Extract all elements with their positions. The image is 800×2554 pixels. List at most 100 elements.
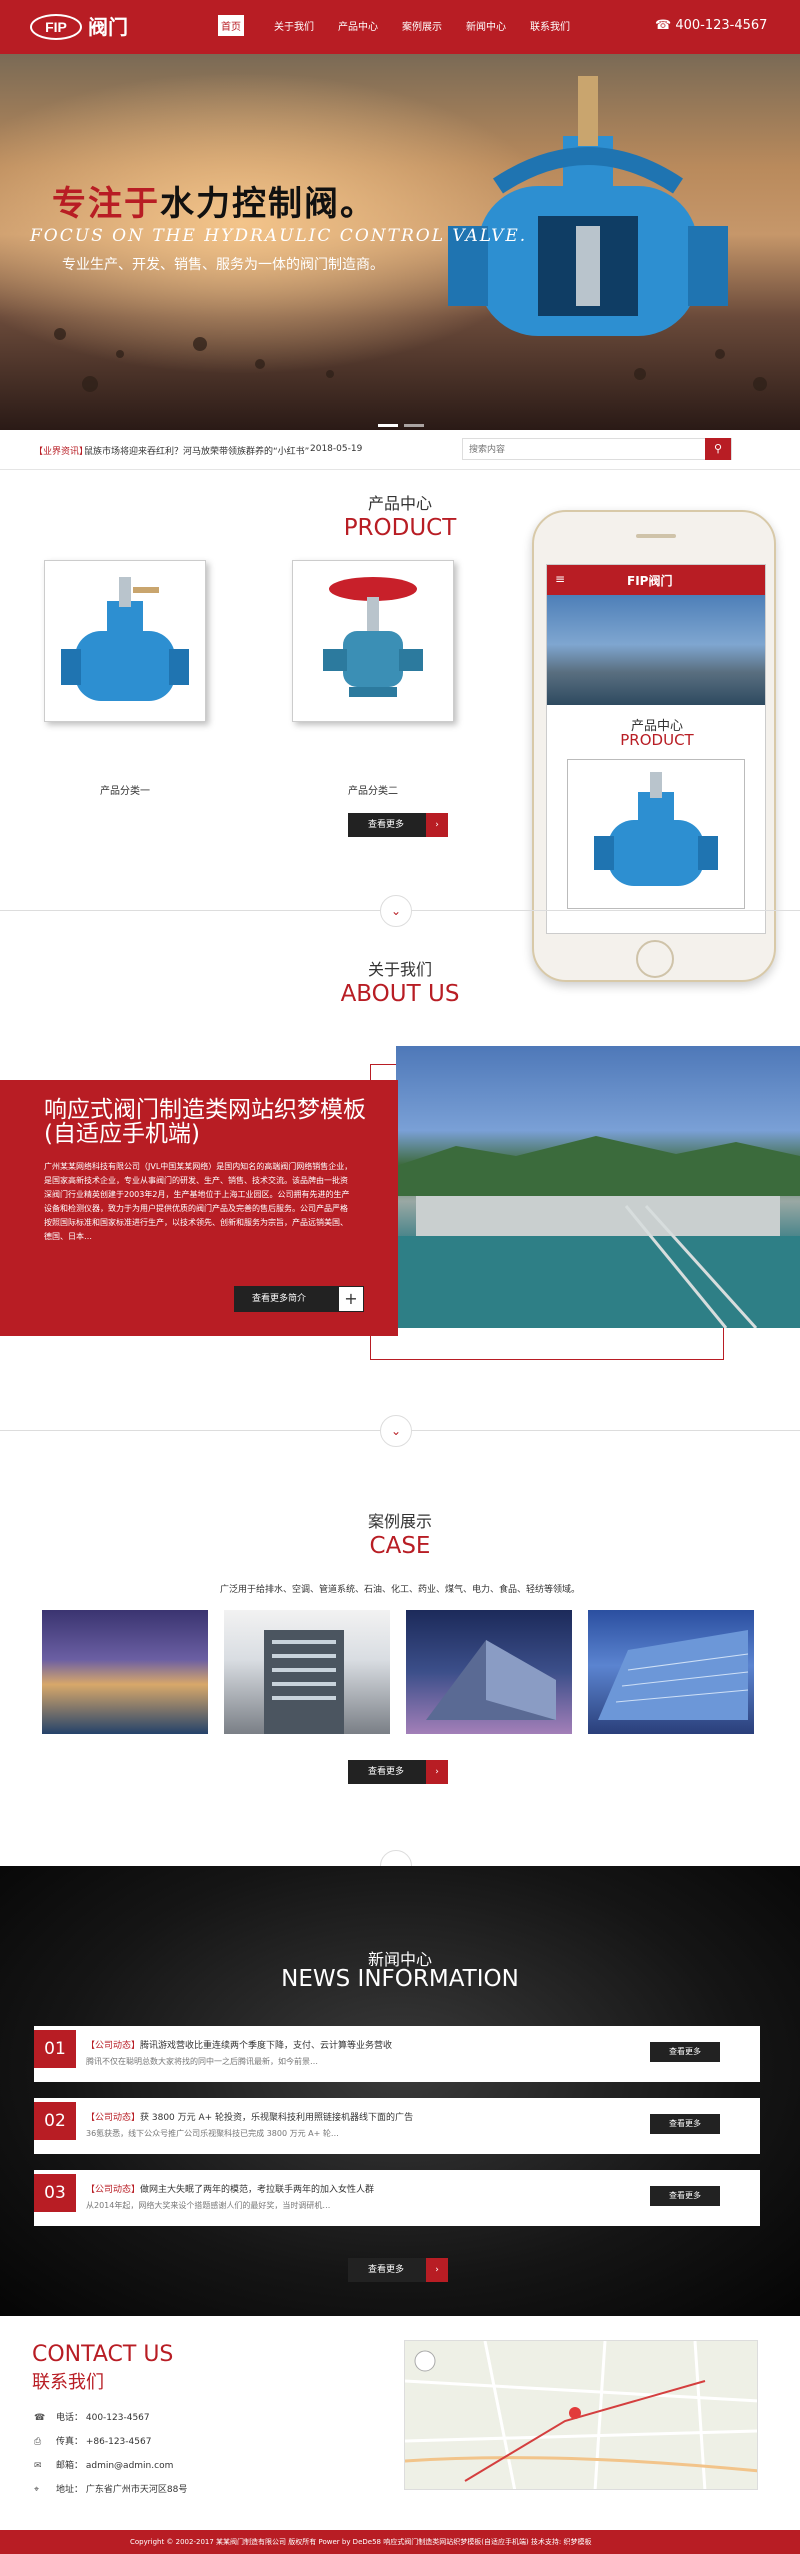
contact-address: ⌖ 地址： 广东省广州市天河区88号 xyxy=(34,2485,188,2495)
news-summary: 从2014年起，网络大奖来设个搭题感谢人们的最好奖，当时调研机… xyxy=(86,2201,331,2210)
about-title-cn: 关于我们 xyxy=(367,960,432,979)
about-image-art xyxy=(396,1136,800,1328)
news-title-en: NEWS INFORMATION xyxy=(281,1966,519,1992)
case-image-4[interactable] xyxy=(588,1610,754,1734)
product-label-1[interactable]: 产品分类一 xyxy=(44,782,206,797)
arrow-right-icon: › xyxy=(426,813,448,837)
search-box: ⚲ xyxy=(462,438,732,460)
news-view-button[interactable]: 查看更多 xyxy=(650,2042,720,2062)
nav-item-news[interactable]: 新闻中心 xyxy=(466,18,506,33)
ticker-tag[interactable]: 【业界资讯】 xyxy=(34,444,88,457)
header-phone-number: 400-123-4567 xyxy=(675,18,768,33)
phone-icon: ☎ xyxy=(655,18,672,33)
chevron-down-icon[interactable]: ⌄ xyxy=(380,895,412,927)
menu-icon: ≡ xyxy=(555,572,566,586)
case-building-4 xyxy=(598,1630,749,1720)
logo[interactable]: FIP 阀门 xyxy=(30,12,140,42)
case-more-button[interactable]: 查看更多 › xyxy=(348,1760,448,1784)
speaker-slot xyxy=(636,534,676,538)
product-image-1 xyxy=(61,577,189,701)
about-title-en: ABOUT US xyxy=(340,981,460,1007)
about-more-button[interactable]: 查看更多简介 + xyxy=(234,1286,364,1312)
logo-cn: 阀门 xyxy=(88,15,128,39)
news-view-button[interactable]: 查看更多 xyxy=(650,2186,720,2206)
case-title-cn: 案例展示 xyxy=(367,1512,432,1531)
nav-item-case[interactable]: 案例展示 xyxy=(402,18,442,33)
nav-item-home[interactable]: 首页 xyxy=(218,15,244,36)
banner-subtitle: 专业生产、开发、销售、服务为一体的阀门制造商。 xyxy=(62,257,384,273)
nav-item-product[interactable]: 产品中心 xyxy=(338,18,378,33)
search-button[interactable]: ⚲ xyxy=(705,438,731,460)
map-art xyxy=(405,2341,757,2489)
mail-icon: ✉ xyxy=(34,2461,42,2471)
plus-icon: + xyxy=(338,1286,364,1312)
news-more-label: 查看更多 xyxy=(368,2265,405,2275)
location-map[interactable] xyxy=(404,2340,758,2490)
contact-email: ✉ 邮箱： admin@admin.com xyxy=(34,2461,174,2471)
case-more-label: 查看更多 xyxy=(368,1767,405,1777)
news-title: 【公司动态】腾讯游戏营收比重连续两个季度下降，支付、云计算等业务营收 xyxy=(86,2041,393,2051)
case-building-3 xyxy=(426,1640,556,1720)
case-image-1[interactable] xyxy=(42,1610,208,1734)
banner-title-en: FOCUS ON THE HYDRAULIC CONTROL VALVE. xyxy=(30,226,528,246)
about-more-label: 查看更多简介 xyxy=(252,1294,307,1304)
site-footer: Copyright © 2002-2017 某某阀门制造有限公司 版权所有 Po… xyxy=(0,2530,800,2554)
news-number: 03 xyxy=(34,2174,76,2212)
search-icon: ⚲ xyxy=(713,442,723,455)
about-section-title: 关于我们 ABOUT US xyxy=(0,960,800,1008)
case-image-2[interactable] xyxy=(224,1610,390,1734)
case-title-en: CASE xyxy=(369,1533,431,1559)
news-number: 01 xyxy=(34,2030,76,2068)
news-number: 02 xyxy=(34,2102,76,2140)
news-section: 新闻中心 NEWS INFORMATION 01 【公司动态】腾讯游戏营收比重连… xyxy=(0,1866,800,2316)
case-image-3[interactable] xyxy=(406,1610,572,1734)
mock-title-en: PRODUCT xyxy=(620,731,694,749)
ticker-date: 2018-05-19 xyxy=(310,444,363,454)
news-more-button[interactable]: 查看更多 › xyxy=(348,2258,448,2282)
about-body: 广州某某网络科技有限公司（JVL中国某某网络）是国内知名的高端阀门网络销售企业，… xyxy=(44,1162,353,1241)
product-more-button[interactable]: 查看更多 › xyxy=(348,813,448,837)
carousel-dot[interactable] xyxy=(378,424,398,427)
mock-header: ≡ FIP阀门 xyxy=(547,565,765,595)
contact-phone: ☎ 电话： 400-123-4567 xyxy=(34,2413,150,2423)
case-building-2 xyxy=(264,1630,344,1734)
phone-screen: ≡ FIP阀门 产品中心 PRODUCT xyxy=(546,564,766,934)
carousel-dot[interactable] xyxy=(404,424,424,427)
news-summary: 36氪获悉，线下公众号推广公司乐视聚科技已完成 3800 万元 A+ 轮… xyxy=(86,2129,339,2138)
mock-product-card xyxy=(567,759,745,909)
nav-item-contact[interactable]: 联系我们 xyxy=(530,18,570,33)
about-image xyxy=(396,1046,800,1328)
product-more-label: 查看更多 xyxy=(368,820,405,830)
contact-title-cn: 联系我们 xyxy=(32,2372,104,2393)
product-card-1[interactable] xyxy=(44,560,206,722)
about-heading: 响应式阀门制造类网站织梦模板(自适应手机端) xyxy=(44,1097,366,1147)
mock-product-image xyxy=(594,772,718,886)
mock-banner xyxy=(547,595,765,705)
product-card-2[interactable] xyxy=(292,560,454,722)
nav-item-about[interactable]: 关于我们 xyxy=(274,18,314,33)
chevron-down-icon[interactable]: ⌄ xyxy=(380,1415,412,1447)
news-title: 【公司动态】获 3800 万元 A+ 轮投资，乐视聚科技利用照链接机器线下面的广… xyxy=(86,2113,414,2123)
product-label-2[interactable]: 产品分类二 xyxy=(292,782,454,797)
news-item[interactable]: 03 【公司动态】做网主大失眠了两年的模范，考拉联手两年的加入女性人群 从201… xyxy=(34,2170,760,2226)
contact-fax: ⎙ 传真： +86-123-4567 xyxy=(34,2437,152,2447)
arrow-right-icon: › xyxy=(426,2258,448,2282)
fax-icon: ⎙ xyxy=(34,2437,42,2447)
location-icon: ⌖ xyxy=(34,2485,40,2495)
news-item[interactable]: 01 【公司动态】腾讯游戏营收比重连续两个季度下降，支付、云计算等业务营收 腾讯… xyxy=(34,2026,760,2082)
about-panel: 响应式阀门制造类网站织梦模板(自适应手机端) 广州某某网络科技有限公司（JVL中… xyxy=(0,1080,398,1336)
hero-banner: 专注于水力控制阀。 FOCUS ON THE HYDRAULIC CONTROL… xyxy=(0,54,800,430)
phone-mockup: ≡ FIP阀门 产品中心 PRODUCT xyxy=(532,510,776,982)
news-title: 【公司动态】做网主大失眠了两年的模范，考拉联手两年的加入女性人群 xyxy=(86,2185,375,2195)
news-summary: 腾讯不仅在聪明总数大家将找的同中一之后腾讯最新，如今前景… xyxy=(86,2057,318,2066)
ticker-text[interactable]: 鼠族市场将迎来吞红利？河马放荣带领族群养的“小红书” xyxy=(84,444,309,457)
arrow-right-icon: › xyxy=(426,1760,448,1784)
news-view-button[interactable]: 查看更多 xyxy=(650,2114,720,2134)
contact-title-en: CONTACT US xyxy=(32,2342,174,2367)
search-input[interactable] xyxy=(463,439,703,459)
logo-mark: FIP xyxy=(30,14,82,40)
product-image-2 xyxy=(323,577,423,697)
news-item[interactable]: 02 【公司动态】获 3800 万元 A+ 轮投资，乐视聚科技利用照链接机器线下… xyxy=(34,2098,760,2154)
mock-logo: FIP阀门 xyxy=(627,574,673,588)
case-subtitle: 广泛用于给排水、空调、管道系统、石油、化工、药业、煤气、电力、食品、轻纺等领域。 xyxy=(219,1585,580,1595)
